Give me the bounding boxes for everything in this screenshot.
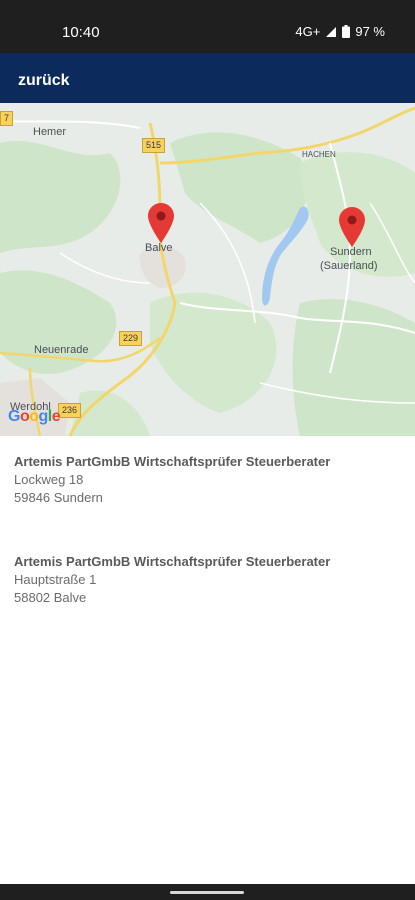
- office-name: Artemis PartGmbB Wirtschaftsprüfer Steue…: [14, 454, 331, 469]
- battery-icon: [342, 25, 351, 38]
- office-city: 58802 Balve: [14, 590, 87, 605]
- office-name: Artemis PartGmbB Wirtschaftsprüfer Steue…: [14, 554, 331, 569]
- place-label-neuenrade: Neuenrade: [34, 344, 89, 356]
- place-label-sauerland: (Sauerland): [320, 260, 378, 272]
- office-entry[interactable]: Artemis PartGmbB Wirtschaftsprüfer Steue…: [14, 553, 404, 607]
- place-label-hemer: Hemer: [33, 126, 67, 138]
- office-entry[interactable]: Artemis PartGmbB Wirtschaftsprüfer Steue…: [14, 453, 404, 507]
- map-pin-icon: [339, 207, 365, 247]
- app-bar: zurück: [0, 53, 415, 103]
- signal-icon: [325, 26, 337, 38]
- office-city: 59846 Sundern: [14, 490, 103, 505]
- place-label-balve: Balve: [145, 242, 173, 254]
- map-pin-icon: [148, 203, 174, 243]
- road-shield-515: 515: [142, 138, 166, 153]
- road-shield-229: 229: [119, 331, 143, 346]
- network-type: 4G+: [295, 24, 321, 39]
- place-label-sundern: Sundern: [330, 246, 372, 258]
- status-time: 10:40: [62, 24, 100, 41]
- status-indicators: 4G+ 97 %: [295, 24, 385, 39]
- back-button[interactable]: zurück: [18, 72, 70, 90]
- road-shield-236: 236: [58, 403, 82, 418]
- place-label-hachen: HACHEN: [302, 150, 336, 159]
- office-street: Lockweg 18: [14, 472, 84, 487]
- status-bar: 10:40 4G+ 97 %: [0, 0, 415, 53]
- office-street: Hauptstraße 1: [14, 572, 97, 587]
- battery-level: 97 %: [355, 24, 385, 39]
- map-view[interactable]: Hemer HACHEN Balve Sundern (Sauerland) N…: [0, 103, 415, 436]
- road-shield-7: 7: [0, 111, 14, 126]
- home-gesture-handle[interactable]: [170, 891, 244, 894]
- google-logo: Google: [8, 408, 61, 425]
